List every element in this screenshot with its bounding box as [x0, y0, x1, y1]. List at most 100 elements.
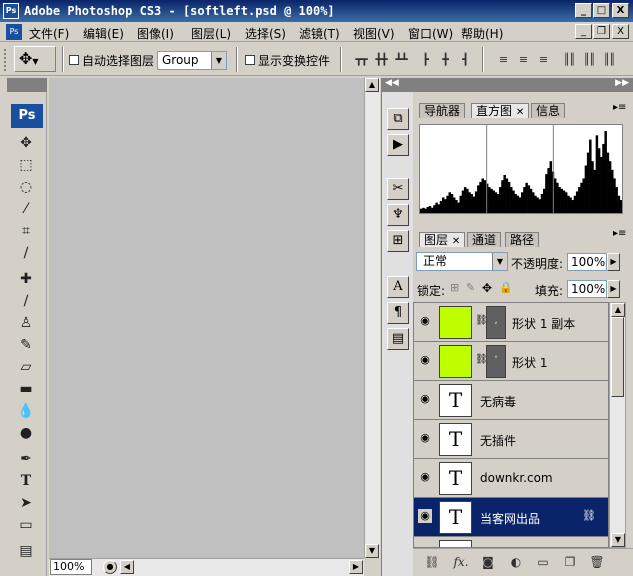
layer-row-selected[interactable]: ◉ T 当客网出品 ⛓ — [414, 498, 608, 537]
eraser-tool-icon[interactable]: ▱ — [14, 356, 38, 378]
menu-filter[interactable]: 滤镜(T) — [299, 25, 340, 42]
layer-style-icon[interactable]: fx. — [450, 554, 472, 570]
tab-layers[interactable]: 图层 ✕ — [419, 232, 466, 247]
layer-name[interactable]: 形状 1 副本 — [512, 315, 575, 332]
layer-row[interactable]: ◉ ⛓ , 形状 1 副本 — [414, 303, 608, 342]
scroll-down-button[interactable]: ▼ — [365, 544, 379, 558]
crop-tool-icon[interactable]: ⌗ — [14, 220, 38, 242]
expand-arrows-icon[interactable]: ▶▶ — [615, 78, 629, 88]
dodge-tool-icon[interactable]: ● — [14, 422, 38, 444]
visibility-eye-icon[interactable]: ◉ — [418, 392, 432, 406]
marquee-tool-icon[interactable]: ⬚ — [14, 154, 38, 176]
options-grip[interactable] — [4, 49, 8, 71]
menu-window[interactable]: 窗口(W) — [408, 25, 453, 42]
align-top-icon[interactable]: ┳┳ — [352, 53, 370, 67]
tool-preset-picker[interactable]: ✥▼ — [14, 46, 56, 72]
history-brush-tool-icon[interactable]: ✎ — [14, 334, 38, 356]
layer-row[interactable]: ◉ T 无插件 — [414, 420, 608, 459]
tab-info[interactable]: 信息 — [531, 103, 566, 118]
fill-slider-button[interactable]: ▶ — [607, 280, 620, 298]
lasso-tool-icon[interactable]: ◌ — [14, 176, 38, 198]
layer-name[interactable]: 形状 1 — [512, 354, 547, 371]
scroll-down-button[interactable]: ▼ — [611, 533, 625, 547]
zoom-field[interactable]: 100% — [50, 559, 92, 575]
align-left-icon[interactable]: ┣ — [416, 53, 434, 67]
delete-layer-icon[interactable]: 🗑 — [586, 554, 608, 570]
distribute-top-icon[interactable]: ≡ — [494, 53, 512, 67]
type-tool-icon[interactable]: T — [14, 470, 38, 492]
brushes-panel-icon[interactable]: ♆ — [387, 204, 409, 226]
layer-row[interactable]: ◉ ⛓ ' 形状 1 — [414, 342, 608, 381]
visibility-eye-icon[interactable]: ◉ — [418, 314, 432, 328]
lock-position-icon[interactable]: ✥ — [482, 281, 492, 295]
path-selection-tool-icon[interactable]: ➤ — [14, 492, 38, 514]
link-layers-icon[interactable]: ⛓ — [421, 554, 443, 570]
align-vcenter-icon[interactable]: ╋╋ — [372, 53, 390, 67]
layer-name[interactable]: 无插件 — [480, 432, 516, 449]
vertical-scrollbar[interactable]: ▲ ▼ — [364, 78, 380, 558]
scroll-right-button[interactable]: ▶ — [349, 560, 363, 574]
auto-select-dropdown[interactable]: Group ▼ — [157, 51, 227, 70]
distribute-bottom-icon[interactable]: ≡ — [534, 53, 552, 67]
opacity-input[interactable]: 100% — [567, 253, 607, 271]
toolbox-header[interactable] — [7, 78, 47, 92]
notes-panel-icon[interactable]: ▤ — [387, 328, 409, 350]
menu-layer[interactable]: 图层(L) — [191, 25, 231, 42]
layer-row[interactable]: ◉ T 无病毒 — [414, 381, 608, 420]
opacity-slider-button[interactable]: ▶ — [607, 253, 620, 271]
panel-menu-icon[interactable]: ▸≡ — [613, 102, 626, 113]
visibility-eye-icon[interactable]: ◉ — [418, 509, 432, 523]
scroll-up-button[interactable]: ▲ — [611, 303, 625, 317]
menu-select[interactable]: 选择(S) — [245, 25, 286, 42]
menu-edit[interactable]: 编辑(E) — [83, 25, 124, 42]
clone-source-panel-icon[interactable]: ⊞ — [387, 230, 409, 252]
scroll-thumb[interactable] — [611, 317, 624, 397]
layer-name[interactable]: 无病毒 — [480, 393, 516, 410]
adjustment-layer-icon[interactable]: ◐ — [505, 554, 527, 570]
dock-header[interactable]: ◀◀ — [382, 78, 414, 92]
notes-tool-icon[interactable]: ▤ — [14, 540, 38, 562]
blur-tool-icon[interactable]: 💧 — [14, 400, 38, 422]
paragraph-panel-icon[interactable]: ¶ — [387, 302, 409, 324]
distribute-left-icon[interactable]: ║║ — [560, 53, 578, 67]
menu-help[interactable]: 帮助(H) — [461, 25, 503, 42]
close-button[interactable]: X — [612, 3, 629, 18]
slice-tool-icon[interactable]: ∕ — [14, 242, 38, 264]
layer-row[interactable] — [414, 537, 608, 547]
auto-select-checkbox[interactable] — [69, 55, 79, 65]
fill-input[interactable]: 100% — [567, 280, 607, 298]
tab-histogram[interactable]: 直方图 ✕ — [471, 103, 530, 118]
visibility-eye-icon[interactable]: ◉ — [418, 431, 432, 445]
menu-view[interactable]: 视图(V) — [353, 25, 395, 42]
visibility-eye-icon[interactable]: ◉ — [418, 470, 432, 484]
panels-header[interactable]: ▶▶ — [413, 78, 633, 92]
new-group-icon[interactable]: ▭ — [532, 554, 554, 570]
lock-pixels-icon[interactable]: ✎ — [466, 281, 475, 294]
align-bottom-icon[interactable]: ┻┻ — [392, 53, 410, 67]
distribute-hcenter-icon[interactable]: ║║ — [580, 53, 598, 67]
clone-stamp-tool-icon[interactable]: ♙ — [14, 312, 38, 334]
horizontal-scrollbar[interactable]: ◀ ▶ — [49, 558, 364, 576]
distribute-vcenter-icon[interactable]: ≡ — [514, 53, 532, 67]
menu-file[interactable]: 文件(F) — [29, 25, 69, 42]
layer-name[interactable]: 当客网出品 — [480, 510, 540, 527]
close-icon[interactable]: ✕ — [452, 236, 460, 247]
menu-image[interactable]: 图像(I) — [137, 25, 174, 42]
distribute-right-icon[interactable]: ║║ — [600, 53, 618, 67]
new-layer-icon[interactable]: ❐ — [559, 554, 581, 570]
panel-menu-icon[interactable]: ▸≡ — [613, 228, 626, 239]
scroll-left-button[interactable]: ◀ — [120, 560, 134, 574]
navigator-panel-icon[interactable]: ⧉ — [387, 108, 409, 130]
show-transform-checkbox[interactable] — [245, 55, 255, 65]
align-right-icon[interactable]: ┫ — [456, 53, 474, 67]
tab-navigator[interactable]: 导航器 — [419, 103, 466, 118]
minimize-button[interactable]: _ — [575, 3, 592, 18]
blend-mode-dropdown[interactable]: 正常 ▼ — [416, 252, 508, 271]
panel-group-grip[interactable] — [413, 94, 633, 102]
magic-wand-tool-icon[interactable]: ⁄ — [14, 198, 38, 220]
tool-presets-panel-icon[interactable]: ✂ — [387, 178, 409, 200]
shape-tool-icon[interactable]: ▭ — [14, 514, 38, 536]
doc-restore-button[interactable]: ❐ — [593, 24, 610, 39]
align-hcenter-icon[interactable]: ╋ — [436, 53, 454, 67]
collapse-arrows-icon[interactable]: ◀◀ — [385, 78, 399, 88]
